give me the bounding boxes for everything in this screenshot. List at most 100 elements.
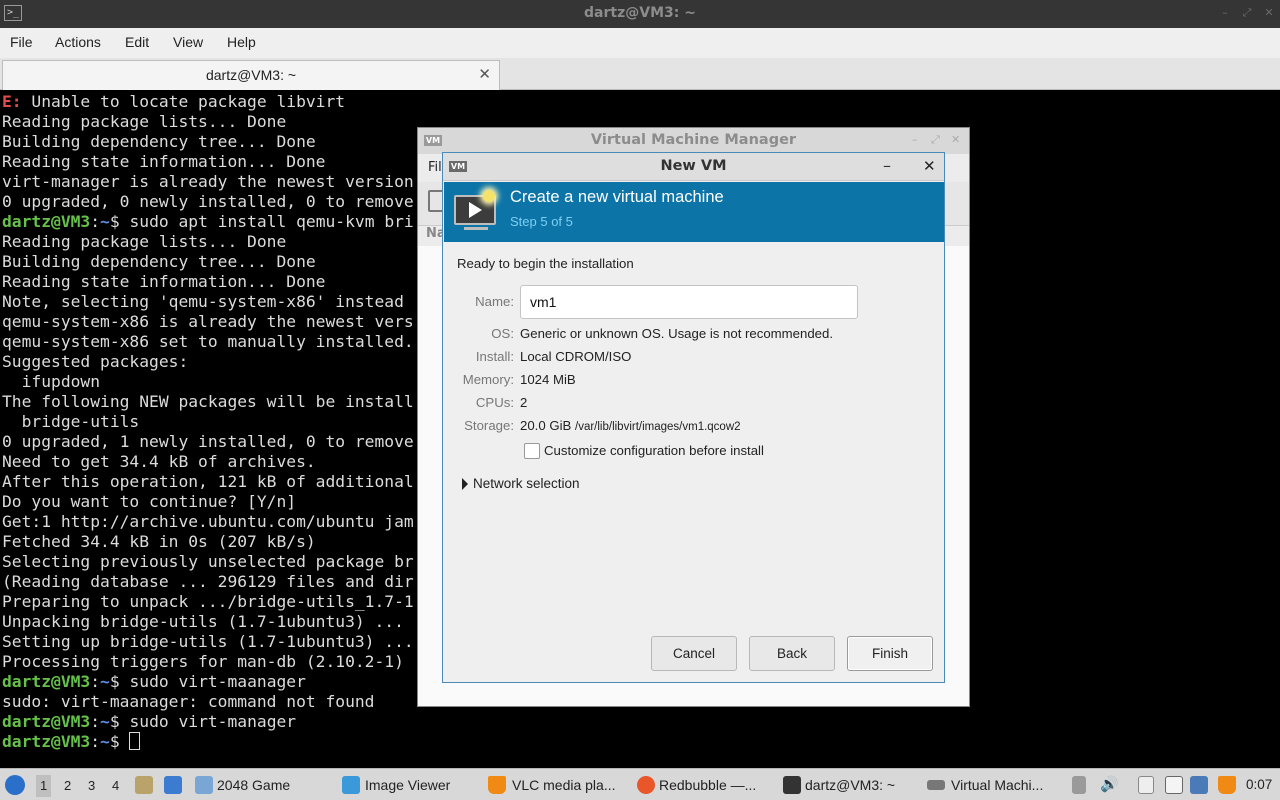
task-vlc[interactable]: VLC media pla... <box>512 777 616 793</box>
ready-heading: Ready to begin the installation <box>457 256 634 271</box>
file-manager-icon[interactable] <box>135 776 153 794</box>
minimize-icon[interactable]: – <box>883 156 891 175</box>
customize-label[interactable]: Customize configuration before install <box>544 443 764 458</box>
terminal-text: After this operation, 121 kB of addition… <box>2 472 414 491</box>
terminal-text: Note, selecting 'qemu-system-x86' instea… <box>2 292 404 311</box>
task-image-viewer[interactable]: Image Viewer <box>365 777 450 793</box>
terminal-titlebar[interactable]: >_ dartz@VM3: ~ – ⤢ ✕ <box>0 0 1280 28</box>
task-redbubble[interactable]: Redbubble —... <box>659 777 756 793</box>
storage-value: 20.0 GiB /var/lib/libvirt/images/vm1.qco… <box>520 418 741 433</box>
maximize-icon[interactable]: ⤢ <box>931 133 940 147</box>
prompt-dir: ~ <box>100 212 110 231</box>
vmm-window-title: Virtual Machine Manager <box>590 132 797 148</box>
terminal-tab-label: dartz@VM3: ~ <box>205 67 297 83</box>
error-tag: E: <box>2 92 22 111</box>
finish-button[interactable]: Finish <box>847 636 933 671</box>
close-icon[interactable]: ✕ <box>923 157 936 175</box>
expander-arrow-icon[interactable] <box>462 478 468 490</box>
cancel-button[interactable]: Cancel <box>651 636 737 671</box>
task-2048-game[interactable]: 2048 Game <box>217 777 290 793</box>
clock[interactable]: 0:07 <box>1246 777 1272 792</box>
terminal-text: (Reading database ... 296129 files and d… <box>2 572 414 591</box>
update-notifier-icon[interactable] <box>1190 776 1208 794</box>
os-label: OS: <box>491 326 514 341</box>
terminal-text: Get:1 http://archive.ubuntu.com/ubuntu j… <box>2 512 414 531</box>
terminal-text: Fetched 34.4 kB in 0s (207 kB/s) <box>2 532 316 551</box>
back-button[interactable]: Back <box>749 636 835 671</box>
terminal-text: Reading package lists... Done <box>2 232 287 251</box>
prompt-dir: ~ <box>100 732 110 751</box>
terminal-text: sudo: virt-maanager: command not found <box>2 692 375 711</box>
menu-actions[interactable]: Actions <box>55 34 101 50</box>
task-virtual-machine-manager[interactable]: Virtual Machi... <box>951 777 1043 793</box>
prompt-dir: ~ <box>100 712 110 731</box>
prompt-user: dartz@VM3 <box>2 212 91 231</box>
terminal-text: qemu-system-x86 is already the newest ve… <box>2 312 414 331</box>
image-viewer-icon <box>342 776 360 794</box>
window-icon <box>195 776 213 794</box>
terminal-line: E: Unable to locate package libvirt <box>2 92 1280 112</box>
cpus-label: CPUs: <box>475 395 514 410</box>
terminal-tab[interactable]: dartz@VM3: ~ ✕ <box>2 60 500 90</box>
menu-view[interactable]: View <box>173 34 203 50</box>
vlc-cone-icon <box>488 776 506 794</box>
close-icon[interactable]: ✕ <box>1262 6 1276 20</box>
workspace-2[interactable]: 2 <box>64 778 71 793</box>
terminal-text: Building dependency tree... Done <box>2 252 316 271</box>
workspace-1[interactable]: 1 <box>36 775 52 797</box>
terminal-text: Reading state information... Done <box>2 272 326 291</box>
maximize-icon[interactable]: ⤢ <box>1240 6 1254 20</box>
terminal-line: dartz@VM3:~$ <box>2 732 1280 752</box>
cpus-value: 2 <box>520 395 528 410</box>
terminal-text: Selecting previously unselected package … <box>2 552 414 571</box>
task-terminal[interactable]: dartz@VM3: ~ <box>805 777 895 793</box>
vm-name-input[interactable] <box>520 285 858 319</box>
terminal-text: bridge-utils <box>2 412 140 431</box>
storage-label: Storage: <box>464 418 514 433</box>
terminal-icon <box>783 776 801 794</box>
storage-path: /var/lib/libvirt/images/vm1.qcow2 <box>575 421 741 433</box>
terminal-text: Unpacking bridge-utils (1.7-1ubuntu3) ..… <box>2 612 404 631</box>
terminal-text: $ sudo virt-manager <box>109 712 297 731</box>
terminal-text: qemu-system-x86 set to manually installe… <box>2 332 414 351</box>
minimize-icon[interactable]: – <box>1218 6 1232 20</box>
start-menu-icon[interactable] <box>5 775 25 795</box>
terminal-text: : <box>90 212 101 231</box>
workspace-3[interactable]: 3 <box>88 778 95 793</box>
menu-help[interactable]: Help <box>227 34 256 50</box>
prompt-dir: ~ <box>100 672 110 691</box>
minimize-icon[interactable]: – <box>912 133 918 146</box>
notes-icon[interactable] <box>1138 776 1154 794</box>
prompt-user: dartz@VM3 <box>2 672 91 691</box>
virt-manager-icon <box>927 780 945 790</box>
tab-close-icon[interactable]: ✕ <box>478 65 491 83</box>
vlc-tray-icon[interactable] <box>1218 776 1236 794</box>
wizard-step: Step 5 of 5 <box>510 214 573 229</box>
customize-checkbox[interactable] <box>524 443 540 459</box>
terminal-text: Building dependency tree... Done <box>2 132 316 151</box>
new-vm-title: New VM <box>660 158 727 174</box>
network-monitor-icon[interactable] <box>1165 776 1183 794</box>
workspace-4[interactable]: 4 <box>112 778 119 793</box>
vmm-titlebar[interactable]: VM Virtual Machine Manager – ⤢ ✕ <box>418 128 969 154</box>
terminal-text: 0 upgraded, 1 newly installed, 0 to remo… <box>2 432 414 451</box>
memory-label: Memory: <box>462 372 514 387</box>
install-value: Local CDROM/ISO <box>520 349 632 364</box>
volume-icon[interactable]: 🔊 <box>1100 776 1119 794</box>
new-vm-titlebar[interactable]: VM New VM – ✕ <box>443 153 944 181</box>
terminal-cursor <box>129 732 141 750</box>
clipboard-icon[interactable] <box>1072 776 1086 794</box>
terminal-text: $ sudo virt-maanager <box>109 672 306 691</box>
terminal-line: dartz@VM3:~$ sudo virt-manager <box>2 712 1280 732</box>
show-desktop-icon[interactable] <box>164 776 182 794</box>
menu-edit[interactable]: Edit <box>125 34 149 50</box>
terminal-text: $ sudo apt install qemu-kvm bri <box>109 212 414 231</box>
wizard-header: Create a new virtual machine Step 5 of 5 <box>444 182 944 242</box>
terminal-text: Do you want to continue? [Y/n] <box>2 492 297 511</box>
network-selection-expander[interactable]: Network selection <box>473 476 580 491</box>
play-icon <box>469 202 482 218</box>
vmm-menu-file[interactable]: Fil <box>428 160 442 175</box>
menu-file[interactable]: File <box>10 34 33 50</box>
terminal-tabbar: dartz@VM3: ~ ✕ <box>0 58 1280 90</box>
close-icon[interactable]: ✕ <box>951 133 960 146</box>
